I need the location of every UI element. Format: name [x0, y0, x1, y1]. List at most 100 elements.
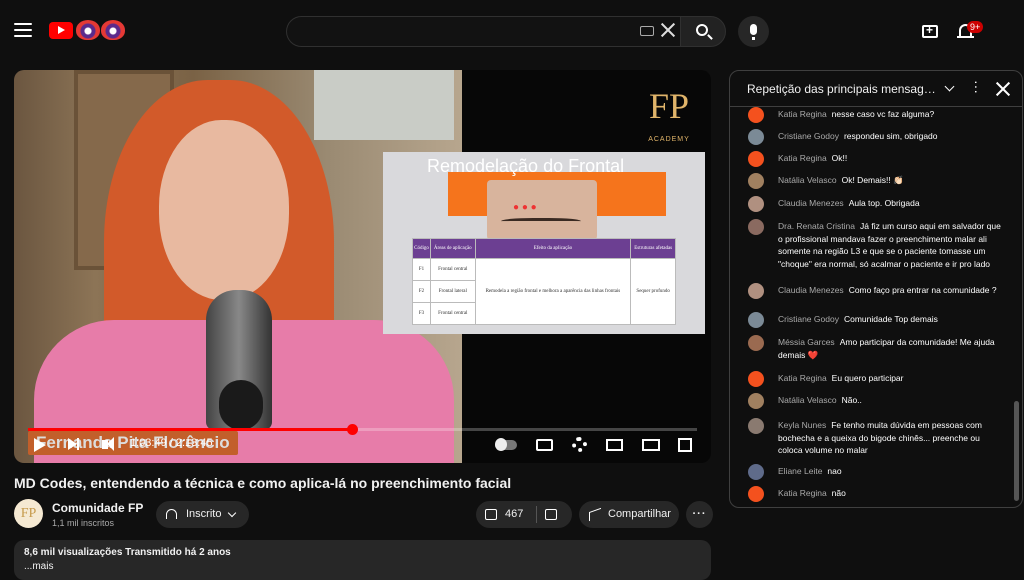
search-button[interactable]: [680, 16, 726, 47]
chat-author-avatar[interactable]: [748, 486, 764, 502]
chat-author-name[interactable]: Katia Regina: [778, 373, 827, 383]
chat-message-text: não: [831, 488, 846, 498]
slide-table-header: Efeito da aplicação: [474, 238, 632, 259]
youtube-logo[interactable]: [49, 22, 73, 39]
chat-message-text: respondeu sim, obrigado: [843, 131, 938, 141]
keyboard-icon[interactable]: [640, 26, 654, 36]
chat-panel: Repetição das principais mensagen... ···…: [729, 70, 1023, 508]
chat-message-body: Méssia Garces Amo participar da comunidad…: [778, 336, 1003, 361]
channel-name[interactable]: Comunidade FP: [52, 501, 143, 515]
slide-table-cell: Frontal lateral: [430, 280, 476, 303]
subtitles-icon[interactable]: [536, 439, 553, 451]
microphone-icon: [750, 24, 757, 35]
time-display: 1:03:49 / 2:13:45: [130, 437, 213, 449]
chevron-down-icon[interactable]: [944, 81, 955, 92]
description-box[interactable]: 8,6 mil visualizações Transmitido há 2 a…: [14, 540, 711, 580]
masthead: 9+: [0, 0, 1024, 62]
chat-message-text: Como faço pra entrar na comunidade ?: [848, 285, 997, 295]
share-label: Compartilhar: [608, 508, 671, 520]
chat-author-name[interactable]: Natália Velasco: [778, 175, 837, 185]
chat-message-body: Claudia Menezes Aula top. Obrigada: [778, 197, 1003, 210]
chat-message-body: Natália Velasco Não..: [778, 394, 1003, 407]
miniplayer-icon[interactable]: [606, 439, 623, 451]
chat-author-name[interactable]: Cristiane Godoy: [778, 131, 839, 141]
chat-author-avatar[interactable]: [748, 335, 764, 351]
presentation-slide: Remodelação do Frontal ● ● ● Código Área…: [383, 152, 705, 334]
settings-gear-icon[interactable]: [572, 437, 587, 452]
chat-author-avatar[interactable]: [748, 173, 764, 189]
fullscreen-icon[interactable]: [678, 438, 692, 452]
next-icon[interactable]: [68, 438, 79, 450]
chat-author-name[interactable]: Méssia Garces: [778, 337, 835, 347]
chat-message-body: Keyla Nunes Fe tenho muita dúvida em pess…: [778, 419, 1003, 457]
chat-author-avatar[interactable]: [748, 312, 764, 328]
thumbs-down-icon[interactable]: [545, 509, 557, 520]
chat-message-body: Cristiane Godoy respondeu sim, obrigado: [778, 130, 1003, 143]
chat-author-avatar[interactable]: [748, 371, 764, 387]
clear-search-icon[interactable]: [660, 22, 676, 38]
chat-message-body: Katia Regina Eu quero participar: [778, 372, 1003, 385]
progress-bar[interactable]: [28, 424, 697, 435]
chat-author-name[interactable]: Keyla Nunes: [778, 420, 826, 430]
slide-table-cell: Remodela a região frontal e melhora a ap…: [474, 258, 632, 325]
like-button[interactable]: 467: [476, 501, 572, 528]
chat-author-name[interactable]: Eliane Leite: [778, 466, 822, 476]
chat-author-avatar[interactable]: [748, 393, 764, 409]
share-button[interactable]: Compartilhar: [579, 501, 679, 528]
show-more-link[interactable]: ...mais: [24, 561, 701, 572]
chat-author-avatar[interactable]: [748, 151, 764, 167]
slide-table-cell: F2: [411, 280, 432, 303]
more-actions-button[interactable]: ···: [686, 501, 713, 528]
voice-search-button[interactable]: [738, 16, 769, 47]
chat-message-text: Eu quero participar: [831, 373, 904, 383]
chat-author-avatar[interactable]: [748, 464, 764, 480]
chat-message-text: Ok! Demais!! 👏🏻: [841, 175, 904, 185]
close-icon[interactable]: [996, 82, 1010, 96]
chat-author-name[interactable]: Cristiane Godoy: [778, 314, 839, 324]
chat-author-name[interactable]: Claudia Menezes: [778, 198, 844, 208]
chat-mode-title[interactable]: Repetição das principais mensagen...: [747, 82, 937, 96]
chat-message-body: Natália Velasco Ok! Demais!! 👏🏻: [778, 174, 1003, 187]
chat-author-avatar[interactable]: [748, 219, 764, 235]
slide-table: Código Áreas de aplicação Efeito da apli…: [411, 238, 676, 325]
progress-scrubber[interactable]: [346, 424, 358, 435]
video-player[interactable]: FP ACADEMY Remodelação do Frontal ● ● ● …: [14, 70, 711, 463]
create-icon[interactable]: [922, 23, 938, 38]
chat-author-name[interactable]: Dra. Renata Cristina: [778, 221, 855, 231]
slide-table-header: Código: [411, 238, 432, 259]
menu-icon[interactable]: [14, 23, 32, 37]
chat-author-name[interactable]: Katia Regina: [778, 109, 827, 119]
play-icon[interactable]: [34, 438, 46, 452]
subscribe-label: Inscrito: [186, 508, 222, 520]
chat-author-name[interactable]: Katia Regina: [778, 153, 827, 163]
channel-avatar[interactable]: FP: [14, 499, 43, 528]
volume-icon[interactable]: [102, 437, 114, 451]
chat-message-text: Aula top. Obrigada: [848, 198, 920, 208]
kebab-menu-icon[interactable]: ···: [969, 80, 985, 94]
chat-message-body: Eliane Leite nao: [778, 465, 1003, 478]
chat-message-text: Comunidade Top demais: [843, 314, 938, 324]
chat-message-body: Katia Regina nesse caso vc faz alguma?: [778, 108, 1003, 121]
chat-message-body: Katia Regina não: [778, 487, 1003, 500]
chat-author-avatar[interactable]: [748, 418, 764, 434]
subscribed-button[interactable]: Inscrito: [156, 501, 249, 528]
slide-table-cell: Frontal central: [430, 258, 476, 281]
chat-author-avatar[interactable]: [748, 107, 764, 123]
chat-message-text: nesse caso vc faz alguma?: [831, 109, 935, 119]
chat-author-name[interactable]: Natália Velasco: [778, 395, 837, 405]
slide-table-cell: F3: [411, 302, 432, 325]
thumbs-up-icon: [485, 509, 497, 520]
search-input[interactable]: [286, 16, 680, 47]
view-count-meta: 8,6 mil visualizações Transmitido há 2 a…: [24, 547, 231, 558]
chat-author-avatar[interactable]: [748, 283, 764, 299]
chat-author-avatar[interactable]: [748, 196, 764, 212]
slide-table-cell: Frontal central: [430, 302, 476, 325]
chat-author-name[interactable]: Katia Regina: [778, 488, 827, 498]
search-icon: [696, 24, 708, 36]
chat-author-name[interactable]: Claudia Menezes: [778, 285, 844, 295]
chat-author-avatar[interactable]: [748, 129, 764, 145]
chat-scrollbar[interactable]: [1014, 401, 1019, 501]
theater-mode-icon[interactable]: [642, 439, 660, 451]
autoplay-toggle[interactable]: [495, 438, 517, 451]
notification-badge: 9+: [967, 21, 984, 33]
